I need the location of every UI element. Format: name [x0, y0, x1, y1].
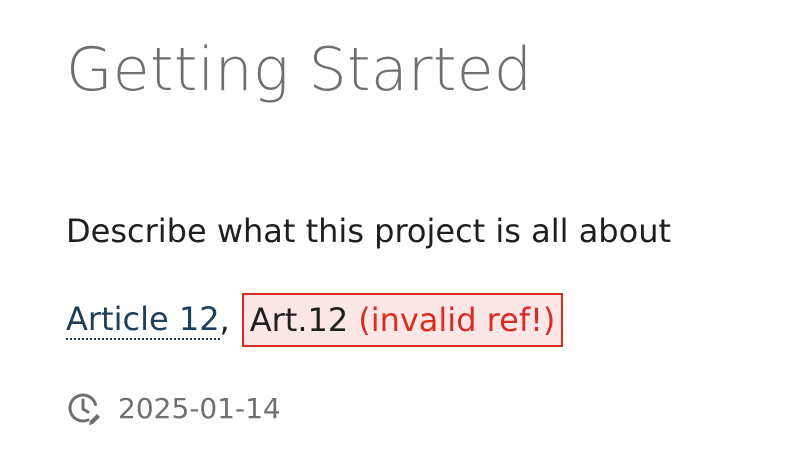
- clock-edit-icon: [66, 390, 102, 426]
- document-page: Getting Started Describe what this proje…: [66, 0, 774, 456]
- reference-separator: ,: [219, 301, 230, 339]
- page-title: Getting Started: [66, 35, 533, 105]
- article-references: Article 12 , Art.12 (invalid ref!): [66, 291, 564, 349]
- invalid-reference-text: Art.12: [249, 301, 349, 339]
- last-modified-meta: 2025-01-14: [66, 388, 281, 428]
- article-reference-link[interactable]: Article 12: [66, 301, 220, 340]
- last-modified-date: 2025-01-14: [118, 391, 281, 425]
- page-description: Describe what this project is all about: [66, 212, 672, 250]
- invalid-reference-warning: (invalid ref!): [358, 301, 556, 339]
- invalid-reference-box: Art.12 (invalid ref!): [241, 293, 564, 347]
